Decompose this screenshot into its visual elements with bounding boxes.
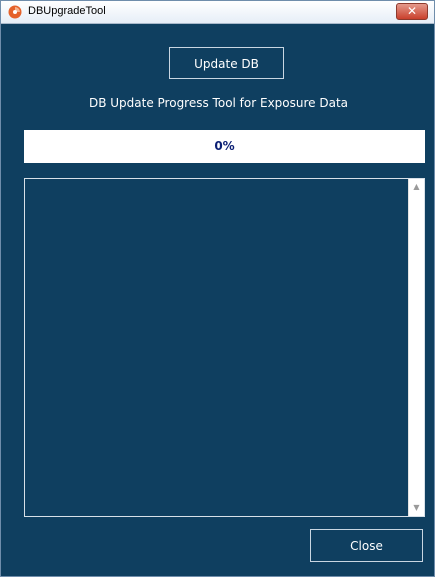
app-logo-icon <box>8 5 22 19</box>
window-title: DBUpgradeTool <box>28 5 106 17</box>
scroll-up-icon[interactable]: ▲ <box>409 179 424 195</box>
close-button[interactable]: Close <box>310 529 423 562</box>
scroll-down-icon[interactable]: ▼ <box>409 500 424 516</box>
progress-bar: 0% <box>24 130 425 163</box>
tool-description: DB Update Progress Tool for Exposure Dat… <box>88 96 349 110</box>
title-bar[interactable]: DBUpgradeTool ✕ <box>1 1 434 24</box>
app-window: DBUpgradeTool ✕ Update DB DB Update Prog… <box>0 0 435 577</box>
progress-percent: 0% <box>214 139 235 153</box>
log-output-area[interactable]: ▲ ▼ <box>24 178 425 517</box>
update-db-button[interactable]: Update DB <box>169 47 284 79</box>
window-close-button[interactable]: ✕ <box>396 3 428 20</box>
main-panel: Update DB DB Update Progress Tool for Ex… <box>9 24 428 570</box>
vertical-scrollbar[interactable]: ▲ ▼ <box>408 179 424 516</box>
close-icon: ✕ <box>406 4 418 18</box>
